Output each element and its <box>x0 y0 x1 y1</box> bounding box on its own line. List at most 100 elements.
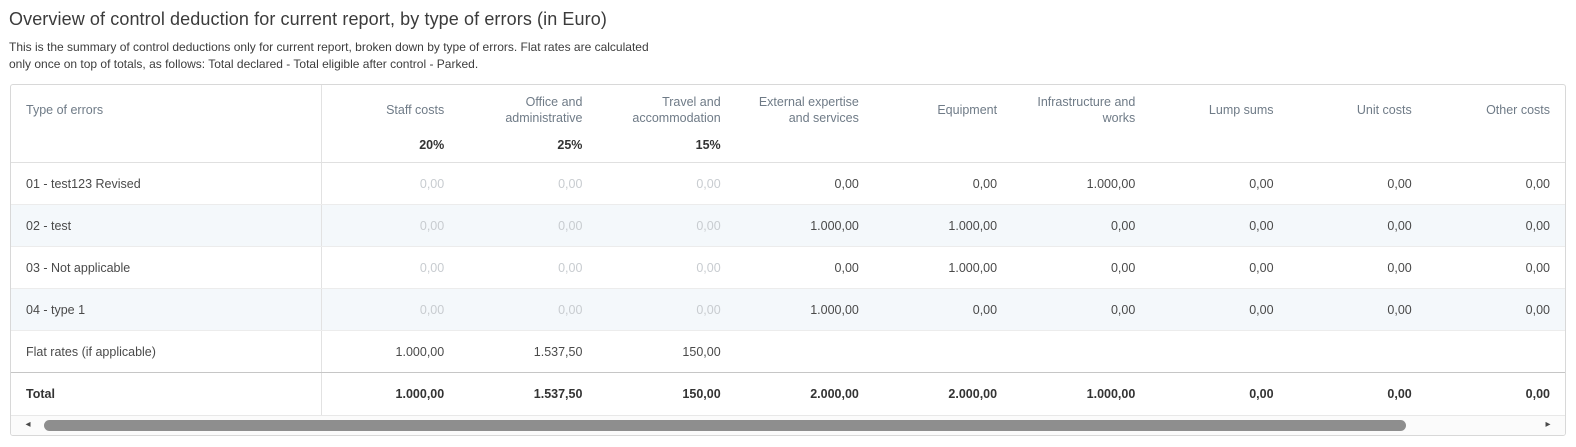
scrollbar-track[interactable] <box>36 419 1540 431</box>
cell-unit-costs: 0,00 <box>1289 163 1427 205</box>
cell-staff-costs: 0,00 <box>321 205 459 247</box>
cell-external-expertise: 0,00 <box>736 247 874 289</box>
column-flat-rate-percent <box>736 135 874 162</box>
cell-other-costs: 0,00 <box>1427 373 1565 415</box>
column-header-office-administrative: Office and administrative25% <box>459 85 597 163</box>
column-label: Office and administrative <box>459 85 597 135</box>
column-flat-rate-percent <box>874 135 1012 162</box>
row-label: Flat rates (if applicable) <box>11 331 321 373</box>
cell-office-administrative: 0,00 <box>459 163 597 205</box>
column-flat-rate-percent: 25% <box>459 135 597 162</box>
cell-lump-sums <box>1150 331 1288 373</box>
cell-travel-accommodation: 0,00 <box>597 163 735 205</box>
column-header-travel-accommodation: Travel and accommodation15% <box>597 85 735 163</box>
cell-travel-accommodation: 150,00 <box>597 331 735 373</box>
cell-office-administrative: 0,00 <box>459 289 597 331</box>
cell-other-costs <box>1427 331 1565 373</box>
table-row-error-1: 01 - test123 Revised0,000,000,000,000,00… <box>11 163 1565 205</box>
cell-external-expertise: 1.000,00 <box>736 205 874 247</box>
cell-lump-sums: 0,00 <box>1150 247 1288 289</box>
cell-lump-sums: 0,00 <box>1150 163 1288 205</box>
cell-other-costs: 0,00 <box>1427 163 1565 205</box>
row-label: 04 - type 1 <box>11 289 321 331</box>
control-deduction-table-card: Type of errorsStaff costs20%Office and a… <box>10 84 1566 436</box>
column-label: External expertise and services <box>736 85 874 135</box>
column-flat-rate-percent <box>1289 135 1427 162</box>
cell-equipment: 1.000,00 <box>874 247 1012 289</box>
cell-travel-accommodation: 0,00 <box>597 205 735 247</box>
row-label: 02 - test <box>11 205 321 247</box>
cell-equipment: 1.000,00 <box>874 205 1012 247</box>
row-label: 01 - test123 Revised <box>11 163 321 205</box>
cell-other-costs: 0,00 <box>1427 247 1565 289</box>
column-flat-rate-percent <box>1012 135 1150 162</box>
column-label: Infrastructure and works <box>1012 85 1150 135</box>
table-header-row: Type of errorsStaff costs20%Office and a… <box>11 85 1565 163</box>
cell-office-administrative: 1.537,50 <box>459 331 597 373</box>
column-label: Equipment <box>874 85 1012 135</box>
cell-unit-costs <box>1289 331 1427 373</box>
cell-infrastructure-works: 0,00 <box>1012 247 1150 289</box>
column-label: Unit costs <box>1289 85 1427 135</box>
column-header-infrastructure-works: Infrastructure and works <box>1012 85 1150 163</box>
cell-equipment: 0,00 <box>874 289 1012 331</box>
cell-infrastructure-works: 0,00 <box>1012 289 1150 331</box>
scroll-left-arrow-icon[interactable]: ◂ <box>20 420 36 430</box>
page-title: Overview of control deduction for curren… <box>9 9 1576 30</box>
scroll-right-arrow-icon[interactable]: ▸ <box>1540 420 1556 430</box>
page-subtitle-line1: This is the summary of control deduction… <box>9 40 649 54</box>
column-flat-rate-percent: 20% <box>322 135 460 162</box>
cell-infrastructure-works: 1.000,00 <box>1012 163 1150 205</box>
cell-external-expertise: 1.000,00 <box>736 289 874 331</box>
cell-travel-accommodation: 0,00 <box>597 247 735 289</box>
column-label: Type of errors <box>11 85 321 135</box>
cell-staff-costs: 0,00 <box>321 247 459 289</box>
cell-unit-costs: 0,00 <box>1289 289 1427 331</box>
cell-office-administrative: 1.537,50 <box>459 373 597 415</box>
cell-travel-accommodation: 150,00 <box>597 373 735 415</box>
cell-equipment <box>874 331 1012 373</box>
cell-external-expertise <box>736 331 874 373</box>
cell-staff-costs: 1.000,00 <box>321 373 459 415</box>
cell-travel-accommodation: 0,00 <box>597 289 735 331</box>
column-header-unit-costs: Unit costs <box>1289 85 1427 163</box>
cell-lump-sums: 0,00 <box>1150 205 1288 247</box>
cell-equipment: 0,00 <box>874 163 1012 205</box>
column-header-lump-sums: Lump sums <box>1150 85 1288 163</box>
row-label: 03 - Not applicable <box>11 247 321 289</box>
cell-staff-costs: 0,00 <box>321 163 459 205</box>
cell-other-costs: 0,00 <box>1427 205 1565 247</box>
column-flat-rate-percent <box>11 135 321 162</box>
column-flat-rate-percent <box>1427 135 1565 162</box>
column-header-equipment: Equipment <box>874 85 1012 163</box>
page-subtitle: This is the summary of control deduction… <box>9 39 1576 72</box>
cell-office-administrative: 0,00 <box>459 247 597 289</box>
column-header-external-expertise: External expertise and services <box>736 85 874 163</box>
table-row-flat-rates: Flat rates (if applicable)1.000,001.537,… <box>11 331 1565 373</box>
cell-office-administrative: 0,00 <box>459 205 597 247</box>
row-label: Total <box>11 373 321 415</box>
horizontal-scrollbar[interactable]: ◂ ▸ <box>11 415 1565 435</box>
cell-staff-costs: 0,00 <box>321 289 459 331</box>
table-row-error-4: 04 - type 10,000,000,001.000,000,000,000… <box>11 289 1565 331</box>
scrollbar-thumb[interactable] <box>44 420 1406 431</box>
control-deduction-table: Type of errorsStaff costs20%Office and a… <box>11 85 1565 415</box>
table-row-error-3: 03 - Not applicable0,000,000,000,001.000… <box>11 247 1565 289</box>
cell-external-expertise: 0,00 <box>736 163 874 205</box>
column-header-other-costs: Other costs <box>1427 85 1565 163</box>
table-row-error-2: 02 - test0,000,000,001.000,001.000,000,0… <box>11 205 1565 247</box>
table-row-total: Total1.000,001.537,50150,002.000,002.000… <box>11 373 1565 415</box>
cell-infrastructure-works: 1.000,00 <box>1012 373 1150 415</box>
column-header-staff-costs: Staff costs20% <box>321 85 459 163</box>
cell-infrastructure-works: 0,00 <box>1012 205 1150 247</box>
column-label: Staff costs <box>322 85 460 135</box>
cell-infrastructure-works <box>1012 331 1150 373</box>
cell-staff-costs: 1.000,00 <box>321 331 459 373</box>
column-label: Lump sums <box>1150 85 1288 135</box>
cell-lump-sums: 0,00 <box>1150 289 1288 331</box>
cell-lump-sums: 0,00 <box>1150 373 1288 415</box>
column-flat-rate-percent <box>1150 135 1288 162</box>
page-subtitle-line2: only once on top of totals, as follows: … <box>9 57 478 71</box>
cell-unit-costs: 0,00 <box>1289 205 1427 247</box>
cell-external-expertise: 2.000,00 <box>736 373 874 415</box>
